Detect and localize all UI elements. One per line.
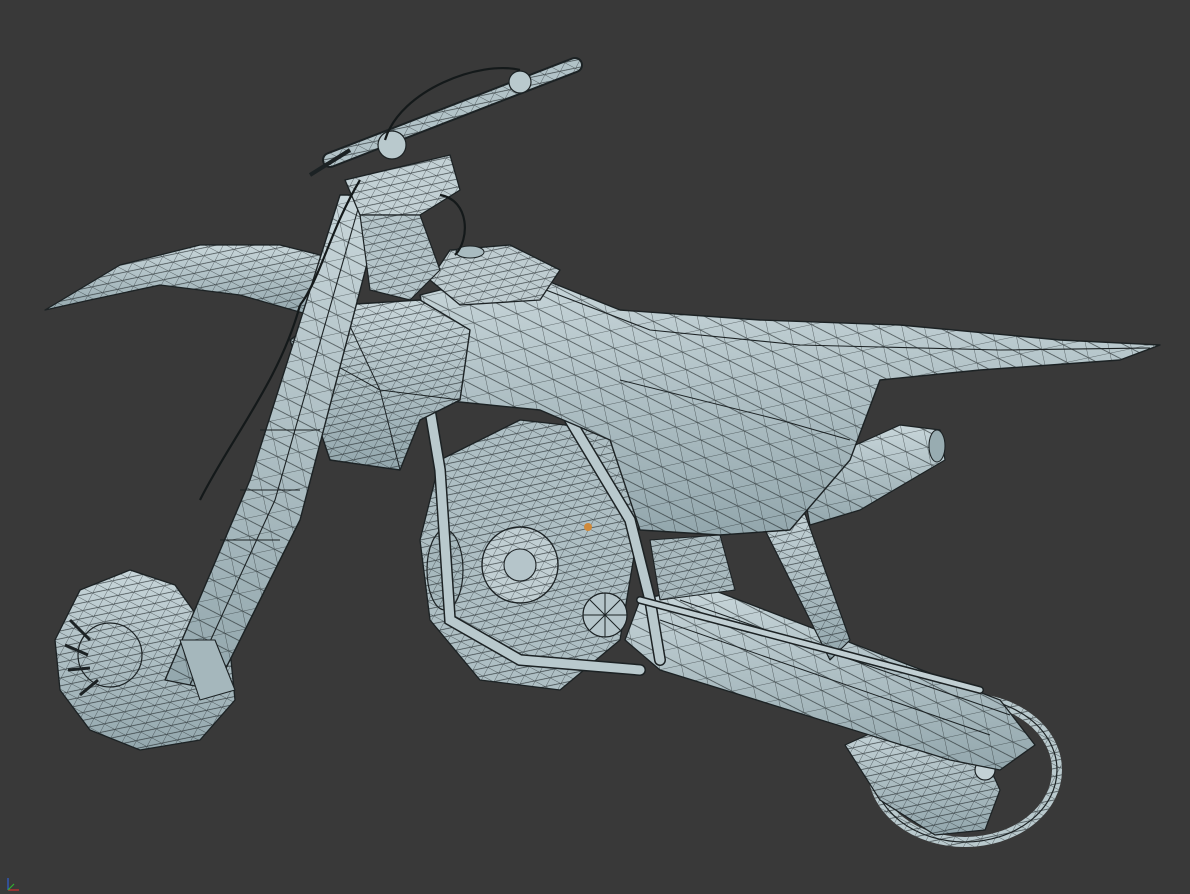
xyz-axis-icon [7, 878, 19, 891]
engine[interactable] [419, 419, 641, 691]
front-fender[interactable] [44, 244, 331, 316]
3d-viewport[interactable] [0, 0, 1190, 894]
fuel-tank[interactable] [429, 244, 561, 306]
motorcycle-wireframe-model[interactable] [0, 0, 1190, 894]
